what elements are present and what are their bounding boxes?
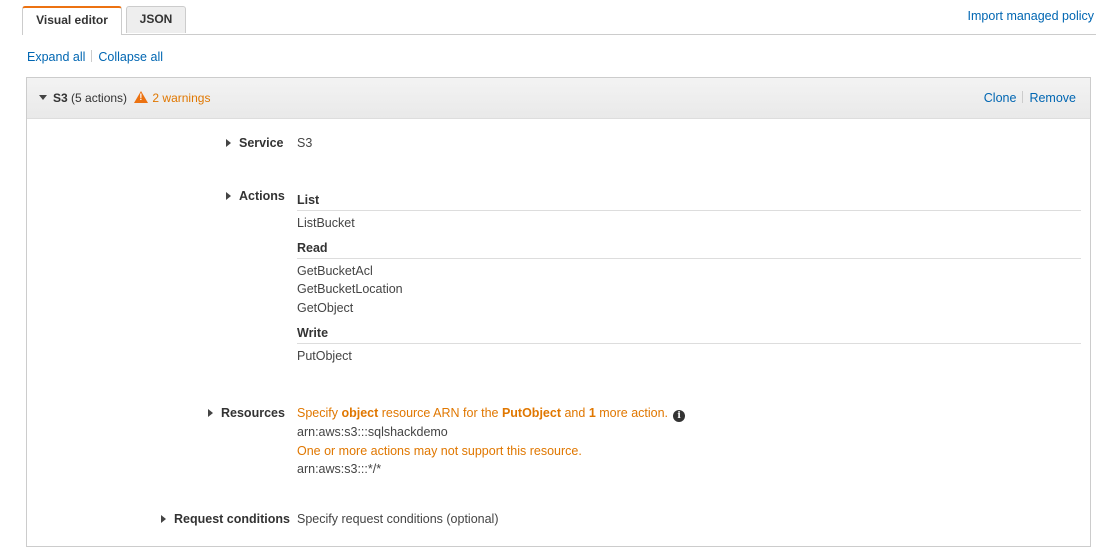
collapse-all-link[interactable]: Collapse all bbox=[98, 50, 163, 64]
resource-arn: arn:aws:s3:::*/* bbox=[297, 462, 382, 476]
warning-text-bold: 1 bbox=[588, 406, 596, 420]
panel-header-left[interactable]: S3 (5 actions) 2 warnings bbox=[39, 91, 210, 105]
editor-tabs: Visual editor JSON Import managed policy bbox=[22, 6, 1096, 35]
resource-arn: arn:aws:s3:::sqlshackdemo bbox=[297, 425, 448, 439]
action-group-read: Read bbox=[297, 241, 1081, 259]
expand-caret-icon[interactable] bbox=[208, 409, 213, 417]
action-item: PutObject bbox=[297, 349, 352, 363]
clone-button[interactable]: Clone bbox=[984, 91, 1017, 105]
request-conditions-label: Request conditions bbox=[174, 512, 290, 526]
tab-json[interactable]: JSON bbox=[126, 6, 186, 33]
info-icon[interactable]: i bbox=[673, 410, 686, 422]
resource-warning: Specify object resource ARN for the PutO… bbox=[297, 406, 686, 422]
collapse-caret-icon[interactable] bbox=[39, 95, 47, 100]
specify-request-conditions-link[interactable]: Specify request conditions (optional) bbox=[297, 512, 499, 526]
resources-row-label[interactable]: Resources bbox=[208, 406, 285, 420]
actions-row-label[interactable]: Actions bbox=[226, 189, 285, 203]
warning-text: Specify bbox=[297, 406, 342, 420]
warnings-count[interactable]: 2 warnings bbox=[152, 91, 210, 105]
panel-action-count: (5 actions) bbox=[71, 91, 128, 105]
divider bbox=[1022, 91, 1024, 103]
expand-collapse-controls: Expand all Collapse all bbox=[27, 50, 163, 64]
request-conditions-row-label[interactable]: Request conditions bbox=[161, 512, 290, 526]
service-row-label[interactable]: Service bbox=[226, 136, 283, 150]
panel-header-actions: Clone Remove bbox=[984, 91, 1076, 105]
warning-icon bbox=[134, 91, 149, 103]
expand-caret-icon[interactable] bbox=[226, 192, 231, 200]
remove-button[interactable]: Remove bbox=[1029, 91, 1076, 105]
action-item: GetObject bbox=[297, 301, 354, 315]
panel-header[interactable]: S3 (5 actions) 2 warnings Clone Remove bbox=[27, 78, 1090, 119]
warning-text: more action. bbox=[595, 406, 669, 420]
actions-label: Actions bbox=[239, 189, 285, 203]
import-managed-policy-link[interactable]: Import managed policy bbox=[968, 9, 1094, 23]
resources-label: Resources bbox=[221, 406, 285, 420]
action-item: GetBucketAcl bbox=[297, 264, 373, 278]
divider bbox=[91, 50, 93, 62]
warning-text-bold: object bbox=[341, 406, 379, 420]
warning-text: and bbox=[561, 406, 589, 420]
service-value: S3 bbox=[297, 136, 313, 150]
action-group-write: Write bbox=[297, 326, 1081, 344]
service-label: Service bbox=[239, 136, 284, 150]
action-item: ListBucket bbox=[297, 216, 355, 230]
action-item: GetBucketLocation bbox=[297, 282, 403, 296]
expand-caret-icon[interactable] bbox=[161, 515, 166, 523]
panel-service-name: S3 bbox=[53, 91, 68, 105]
action-group-list: List bbox=[297, 193, 1081, 211]
expand-all-link[interactable]: Expand all bbox=[27, 50, 85, 64]
warning-text: resource ARN for the bbox=[378, 406, 502, 420]
expand-caret-icon[interactable] bbox=[226, 139, 231, 147]
resource-warning-2: One or more actions may not support this… bbox=[297, 444, 582, 458]
warning-text-bold: PutObject bbox=[501, 406, 561, 420]
permission-panel: S3 (5 actions) 2 warnings Clone Remove Se… bbox=[26, 77, 1091, 547]
tab-visual-editor[interactable]: Visual editor bbox=[22, 6, 122, 35]
